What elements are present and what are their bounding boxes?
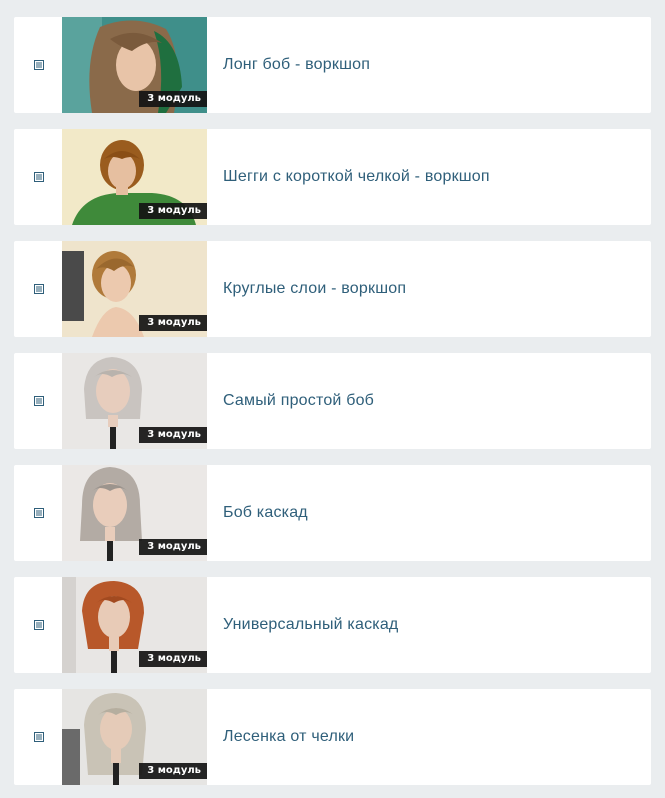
document-lines-icon <box>34 732 44 742</box>
lesson-item[interactable]: 3 модуль Лонг боб - воркшоп <box>14 17 651 113</box>
lesson-item[interactable]: 3 модуль Шегги с короткой челкой - воркш… <box>14 129 651 225</box>
lesson-title[interactable]: Боб каскад <box>223 465 308 561</box>
module-badge: 3 модуль <box>139 315 207 331</box>
module-badge: 3 модуль <box>139 651 207 667</box>
module-badge: 3 модуль <box>139 763 207 779</box>
lesson-item[interactable]: 3 модуль Универсальный каскад <box>14 577 651 673</box>
module-badge: 3 модуль <box>139 203 207 219</box>
lesson-title[interactable]: Лонг боб - воркшоп <box>223 17 370 113</box>
document-lines-icon <box>34 396 44 406</box>
lesson-item[interactable]: 3 модуль Круглые слои - воркшоп <box>14 241 651 337</box>
document-lines-icon <box>34 620 44 630</box>
document-lines-icon <box>34 172 44 182</box>
lesson-thumbnail: 3 модуль <box>62 353 207 449</box>
module-badge: 3 модуль <box>139 91 207 107</box>
lesson-title[interactable]: Круглые слои - воркшоп <box>223 241 406 337</box>
lesson-thumbnail: 3 модуль <box>62 129 207 225</box>
module-badge: 3 модуль <box>139 539 207 555</box>
lesson-thumbnail: 3 модуль <box>62 241 207 337</box>
module-badge: 3 модуль <box>139 427 207 443</box>
lesson-thumbnail: 3 модуль <box>62 465 207 561</box>
lesson-title[interactable]: Самый простой боб <box>223 353 374 449</box>
lesson-item[interactable]: 3 модуль Лесенка от челки <box>14 689 651 785</box>
lesson-thumbnail: 3 модуль <box>62 689 207 785</box>
lesson-thumbnail: 3 модуль <box>62 577 207 673</box>
lesson-item[interactable]: 3 модуль Боб каскад <box>14 465 651 561</box>
lesson-title[interactable]: Универсальный каскад <box>223 577 398 673</box>
lesson-item[interactable]: 3 модуль Самый простой боб <box>14 353 651 449</box>
document-lines-icon <box>34 60 44 70</box>
document-lines-icon <box>34 508 44 518</box>
lesson-title[interactable]: Шегги с короткой челкой - воркшоп <box>223 129 490 225</box>
lesson-title[interactable]: Лесенка от челки <box>223 689 354 785</box>
document-lines-icon <box>34 284 44 294</box>
lesson-thumbnail: 3 модуль <box>62 17 207 113</box>
lesson-list: 3 модуль Лонг боб - воркшоп 3 модуль Шег… <box>14 0 651 798</box>
